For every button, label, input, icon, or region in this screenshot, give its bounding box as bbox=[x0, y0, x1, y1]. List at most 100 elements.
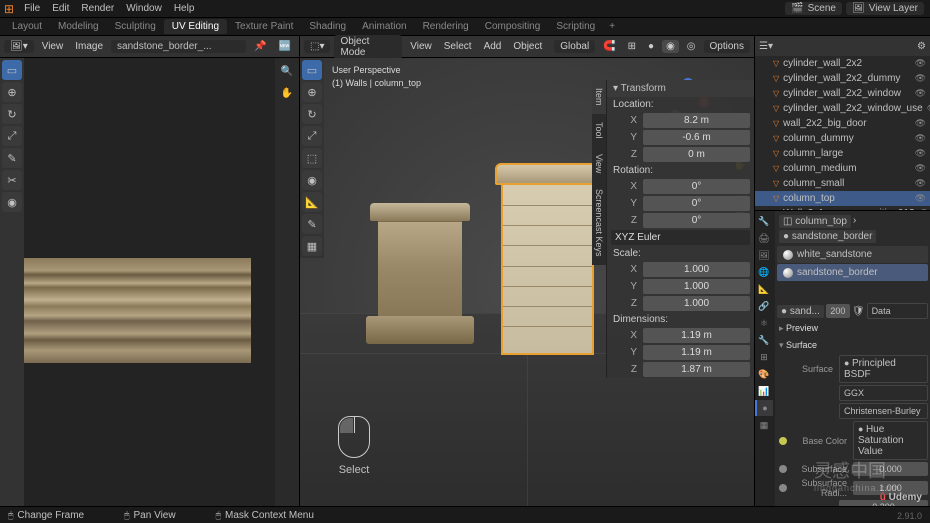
menu-render[interactable]: Render bbox=[75, 1, 120, 16]
tab-sculpting[interactable]: Sculpting bbox=[107, 19, 164, 34]
scale-y-field[interactable]: 1.000 bbox=[643, 279, 750, 294]
menu-help[interactable]: Help bbox=[168, 1, 201, 16]
material-slot-1[interactable]: sandstone_border bbox=[777, 264, 928, 281]
vp-tool-measure[interactable]: 📐 bbox=[302, 192, 322, 212]
vp-tool-addcube[interactable]: ▦ bbox=[302, 236, 322, 256]
vp-tool-annotate[interactable]: ✎ bbox=[302, 214, 322, 234]
snap-icon[interactable]: 🧲 bbox=[599, 40, 619, 53]
outliner-item[interactable]: ▽column_small👁 bbox=[755, 176, 930, 191]
outliner-item[interactable]: ▽cylinder_wall_2x2👁 bbox=[755, 56, 930, 71]
surface-section[interactable]: Surface bbox=[777, 337, 928, 354]
shading-material-icon[interactable]: ◉ bbox=[662, 40, 679, 53]
visibility-icon[interactable]: 👁 bbox=[915, 148, 926, 159]
filter-icon[interactable]: ⚙ bbox=[917, 41, 926, 52]
uv-tool-cursor[interactable]: ⊕ bbox=[2, 82, 22, 102]
uv-tool-rip[interactable]: ✂ bbox=[2, 170, 22, 190]
visibility-icon[interactable]: 👁 bbox=[915, 193, 926, 204]
orientation-dropdown[interactable]: Global bbox=[554, 40, 595, 53]
menu-window[interactable]: Window bbox=[120, 1, 168, 16]
3d-viewport[interactable]: User Perspective (1) Walls | column_top … bbox=[300, 58, 754, 506]
scale-x-field[interactable]: 1.000 bbox=[643, 262, 750, 277]
vp-menu-view[interactable]: View bbox=[406, 40, 436, 53]
prop-tab-render[interactable]: 🔧 bbox=[755, 213, 773, 229]
vp-tool-scale[interactable]: ⬚ bbox=[302, 148, 322, 168]
outliner-item[interactable]: ▽column_top👁 bbox=[755, 191, 930, 206]
n-tab-screencast[interactable]: Screencast Keys bbox=[592, 181, 606, 265]
tab-animation[interactable]: Animation bbox=[354, 19, 414, 34]
visibility-icon[interactable]: 👁 bbox=[915, 163, 926, 174]
menu-edit[interactable]: Edit bbox=[46, 1, 75, 16]
dim-x-field[interactable]: 1.19 m bbox=[643, 328, 750, 343]
transform-header[interactable]: ▾ Transform bbox=[607, 80, 754, 97]
outliner-item[interactable]: ▽column_large👁 bbox=[755, 146, 930, 161]
prop-tab-texture[interactable]: ▦ bbox=[755, 417, 773, 433]
add-workspace-button[interactable]: + bbox=[603, 19, 621, 34]
prop-tab-scene[interactable]: 🌐 bbox=[755, 264, 773, 280]
shader-dropdown[interactable]: ● Principled BSDF bbox=[839, 355, 928, 383]
outliner-item[interactable]: ▽cylinder_wall_2x2_window_use👁 bbox=[755, 101, 930, 116]
mat-users[interactable]: 200 bbox=[826, 304, 850, 318]
prop-tab-physics[interactable]: ⊞ bbox=[755, 349, 773, 365]
loc-z-field[interactable]: 0 m bbox=[643, 147, 750, 162]
shading-solid-icon[interactable]: ● bbox=[644, 40, 658, 53]
link-type-dropdown[interactable]: Data bbox=[867, 303, 928, 319]
socket-icon[interactable] bbox=[779, 484, 787, 492]
editor-type-dropdown[interactable]: 🖼▾ bbox=[4, 40, 34, 53]
tab-rendering[interactable]: Rendering bbox=[415, 19, 477, 34]
uv-pan-icon[interactable]: ✋ bbox=[278, 84, 296, 102]
outliner-item[interactable]: ▽column_dummy👁 bbox=[755, 131, 930, 146]
prop-tab-material[interactable]: ● bbox=[755, 400, 773, 416]
outliner-type-dropdown[interactable]: ☰▾ bbox=[759, 41, 773, 52]
prop-tab-object[interactable]: 🔗 bbox=[755, 298, 773, 314]
preview-section[interactable]: Preview bbox=[777, 320, 928, 337]
visibility-icon[interactable]: 👁 bbox=[915, 178, 926, 189]
prop-tab-constraint[interactable]: 🎨 bbox=[755, 366, 773, 382]
basecolor-node[interactable]: ● Hue Saturation Value bbox=[853, 421, 928, 460]
vp-menu-add[interactable]: Add bbox=[480, 40, 506, 53]
loc-y-field[interactable]: -0.6 m bbox=[643, 130, 750, 145]
prop-tab-output[interactable]: 🖨 bbox=[755, 230, 773, 246]
rot-y-field[interactable]: 0° bbox=[643, 196, 750, 211]
vp-menu-select[interactable]: Select bbox=[440, 40, 476, 53]
options-dropdown[interactable]: Options bbox=[704, 40, 750, 53]
socket-icon[interactable] bbox=[779, 465, 787, 473]
outliner-item[interactable]: ▽cylinder_wall_2x2_window👁 bbox=[755, 86, 930, 101]
uv-tool-select[interactable]: ▭ bbox=[2, 60, 22, 80]
vp-tool-move[interactable]: ↻ bbox=[302, 104, 322, 124]
image-selector[interactable]: sandstone_border_... bbox=[111, 40, 246, 53]
scene-selector[interactable]: 🎬Scene bbox=[785, 2, 842, 15]
distribution-dropdown[interactable]: GGX bbox=[839, 385, 928, 401]
uv-tool-scale[interactable]: ⤢ bbox=[2, 126, 22, 146]
loc-x-field[interactable]: 8.2 m bbox=[643, 113, 750, 128]
editor-type-3d[interactable]: ⬚▾ bbox=[304, 40, 330, 53]
tab-shading[interactable]: Shading bbox=[301, 19, 354, 34]
outliner-item[interactable]: ▽cylinder_wall_2x2_dummy👁 bbox=[755, 71, 930, 86]
prop-tab-modifier[interactable]: ⚛ bbox=[755, 315, 773, 331]
socket-icon[interactable] bbox=[779, 437, 787, 445]
outliner-item[interactable]: ▽column_medium👁 bbox=[755, 161, 930, 176]
fake-user-icon[interactable]: 🛡 bbox=[852, 306, 865, 317]
tab-compositing[interactable]: Compositing bbox=[477, 19, 549, 34]
uv-zoom-icon[interactable]: 🔍 bbox=[278, 62, 296, 80]
prop-tab-particle[interactable]: 🔧 bbox=[755, 332, 773, 348]
vp-tool-transform[interactable]: ◉ bbox=[302, 170, 322, 190]
scale-z-field[interactable]: 1.000 bbox=[643, 296, 750, 311]
outliner-item[interactable]: ▽wall_2x2_big_door👁 bbox=[755, 116, 930, 131]
vp-tool-select[interactable]: ▭ bbox=[302, 60, 322, 80]
uv-tool-annotate[interactable]: ✎ bbox=[2, 148, 22, 168]
shading-wireframe-icon[interactable]: ⊞ bbox=[624, 40, 640, 53]
tab-uv-editing[interactable]: UV Editing bbox=[164, 19, 227, 34]
bc-material[interactable]: ● sandstone_border bbox=[779, 230, 876, 243]
viewlayer-selector[interactable]: 🖼View Layer bbox=[846, 2, 924, 15]
sss-method-dropdown[interactable]: Christensen-Burley bbox=[839, 403, 928, 419]
prop-tab-mesh[interactable]: 📊 bbox=[755, 383, 773, 399]
bc-object[interactable]: ◫ column_top bbox=[779, 215, 851, 228]
n-tab-item[interactable]: Item bbox=[592, 80, 606, 114]
visibility-icon[interactable]: 👁 bbox=[915, 118, 926, 129]
n-tab-tool[interactable]: Tool bbox=[592, 114, 606, 147]
material-browser[interactable]: ● sand... bbox=[777, 305, 824, 318]
rot-z-field[interactable]: 0° bbox=[643, 213, 750, 228]
shading-rendered-icon[interactable]: ◎ bbox=[683, 40, 700, 53]
vp-menu-object[interactable]: Object bbox=[509, 40, 546, 53]
rot-x-field[interactable]: 0° bbox=[643, 179, 750, 194]
